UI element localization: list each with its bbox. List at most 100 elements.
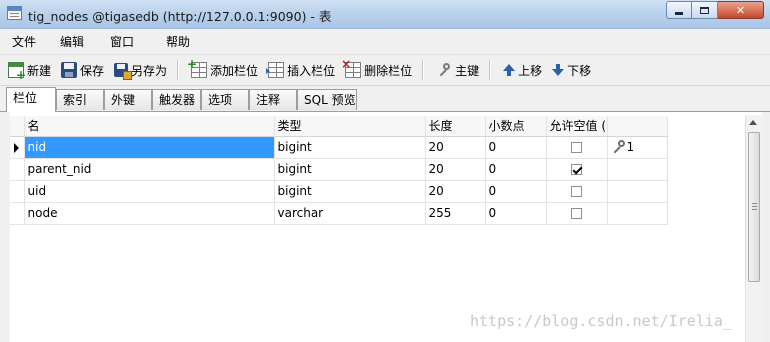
delete-column-icon <box>341 57 362 78</box>
tab-foreign-keys[interactable]: 外键 <box>104 89 152 110</box>
menu-help[interactable]: 帮助 <box>154 33 202 50</box>
new-label: 新建 <box>27 63 52 78</box>
move-down-label: 下移 <box>567 63 592 78</box>
menu-window[interactable]: 窗口 <box>98 33 146 50</box>
field-type-cell[interactable]: bigint <box>274 180 426 203</box>
tab-comments[interactable]: 注释 <box>249 89 297 110</box>
allow-null-checkbox[interactable] <box>571 164 582 175</box>
move-up-label: 上移 <box>518 63 543 78</box>
row-indicator <box>10 136 25 159</box>
close-button[interactable]: ✕ <box>718 1 764 19</box>
save-label: 保存 <box>80 63 105 78</box>
save-button[interactable]: 保存 <box>59 58 106 82</box>
menu-file[interactable]: 文件 <box>0 33 48 50</box>
column-header-type[interactable]: 类型 <box>274 116 426 137</box>
field-length-cell[interactable]: 20 <box>425 180 486 203</box>
allow-null-checkbox[interactable] <box>571 186 582 197</box>
tab-options[interactable]: 选项 <box>201 89 249 110</box>
field-decimals-cell[interactable]: 0 <box>485 180 547 203</box>
primary-key-icon <box>611 140 627 154</box>
column-header-decimals[interactable]: 小数点 <box>485 116 547 137</box>
field-name-cell[interactable]: parent_nid <box>24 158 275 181</box>
save-icon <box>61 62 78 78</box>
field-type-cell[interactable]: bigint <box>274 158 426 181</box>
row-indicator <box>10 180 25 203</box>
field-decimals-cell[interactable]: 0 <box>485 202 547 225</box>
save-as-button[interactable]: 另存为 <box>112 58 169 82</box>
add-column-button[interactable]: 添加栏位 <box>187 57 260 82</box>
scroll-thumb[interactable] <box>748 132 760 282</box>
add-column-label: 添加栏位 <box>210 63 259 78</box>
toolbar-separator <box>422 60 424 80</box>
insert-column-icon <box>266 62 285 78</box>
grip-icon <box>752 203 757 210</box>
window-title: tig_nodes @tigasedb (http://127.0.0.1:90… <box>28 9 332 24</box>
table-icon <box>7 6 22 20</box>
row-indicator <box>10 202 25 225</box>
insert-column-label: 插入栏位 <box>287 63 336 78</box>
field-name-cell[interactable]: nid <box>24 136 275 159</box>
menu-bar: 文件 编辑 窗口 帮助 <box>0 29 770 55</box>
table-row[interactable]: nid bigint 20 0 1 <box>10 136 668 159</box>
delete-column-button[interactable]: 删除栏位 <box>341 57 414 82</box>
move-down-button[interactable]: 下移 <box>550 58 593 82</box>
column-header-name[interactable]: 名 <box>24 116 275 137</box>
move-up-button[interactable]: 上移 <box>501 58 544 82</box>
table-row[interactable]: parent_nid bigint 20 0 <box>10 158 668 181</box>
table-row[interactable]: uid bigint 20 0 <box>10 180 668 203</box>
allow-null-cell <box>546 158 608 181</box>
save-as-icon <box>114 63 133 80</box>
window-controls: ✕ <box>666 1 764 19</box>
column-header-key <box>607 116 668 137</box>
allow-null-checkbox[interactable] <box>571 208 582 219</box>
current-row-icon <box>14 142 19 153</box>
grid-left-border <box>0 112 10 342</box>
scroll-up-icon[interactable] <box>749 120 757 125</box>
tab-indexes[interactable]: 索引 <box>56 89 104 110</box>
save-as-label: 另存为 <box>131 63 168 78</box>
tab-sql-preview[interactable]: SQL 预览 <box>297 89 357 110</box>
key-order: 1 <box>626 140 635 154</box>
delete-column-label: 删除栏位 <box>364 63 413 78</box>
field-length-cell[interactable]: 255 <box>425 202 486 225</box>
field-decimals-cell[interactable]: 0 <box>485 158 547 181</box>
tab-bar: 栏位 索引 外键 触发器 选项 注释 SQL 预览 <box>0 86 770 112</box>
field-length-cell[interactable]: 20 <box>425 158 486 181</box>
menu-edit[interactable]: 编辑 <box>48 33 96 50</box>
key-icon <box>436 62 452 78</box>
field-type-cell[interactable]: bigint <box>274 136 426 159</box>
maximize-button[interactable] <box>692 1 718 19</box>
new-table-icon <box>8 62 26 82</box>
key-cell <box>607 180 668 203</box>
field-decimals-cell[interactable]: 0 <box>485 136 547 159</box>
minimize-icon <box>675 11 683 15</box>
field-length-cell[interactable]: 20 <box>425 136 486 159</box>
allow-null-cell <box>546 180 608 203</box>
key-cell <box>607 202 668 225</box>
allow-null-checkbox[interactable] <box>571 142 582 153</box>
minimize-button[interactable] <box>666 1 692 19</box>
primary-key-button[interactable]: 主键 <box>434 58 481 82</box>
toolbar-separator <box>177 60 179 80</box>
insert-column-button[interactable]: 插入栏位 <box>266 58 337 82</box>
column-header-length[interactable]: 长度 <box>425 116 486 137</box>
primary-key-label: 主键 <box>455 63 480 78</box>
new-button[interactable]: 新建 <box>6 58 53 82</box>
key-cell <box>607 158 668 181</box>
tab-columns[interactable]: 栏位 <box>6 87 56 112</box>
field-type-cell[interactable]: varchar <box>274 202 426 225</box>
fields-grid: 名 类型 长度 小数点 允许空值 ( nid bigint 20 0 1 par… <box>10 112 762 342</box>
column-header-allow-null[interactable]: 允许空值 ( <box>546 116 608 137</box>
watermark: https://blog.csdn.net/Irelia_ <box>470 312 732 330</box>
allow-null-cell <box>546 202 608 225</box>
close-icon: ✕ <box>735 3 746 17</box>
field-name-cell[interactable]: uid <box>24 180 275 203</box>
header-row: 名 类型 长度 小数点 允许空值 ( <box>10 116 668 137</box>
title-bar[interactable]: tig_nodes @tigasedb (http://127.0.0.1:90… <box>0 0 770 29</box>
table-row[interactable]: node varchar 255 0 <box>10 202 668 225</box>
table-designer-window: tig_nodes @tigasedb (http://127.0.0.1:90… <box>0 0 770 342</box>
vertical-scrollbar[interactable] <box>745 115 762 342</box>
field-name-cell[interactable]: node <box>24 202 275 225</box>
tab-triggers[interactable]: 触发器 <box>152 89 201 110</box>
add-column-icon <box>187 57 208 78</box>
